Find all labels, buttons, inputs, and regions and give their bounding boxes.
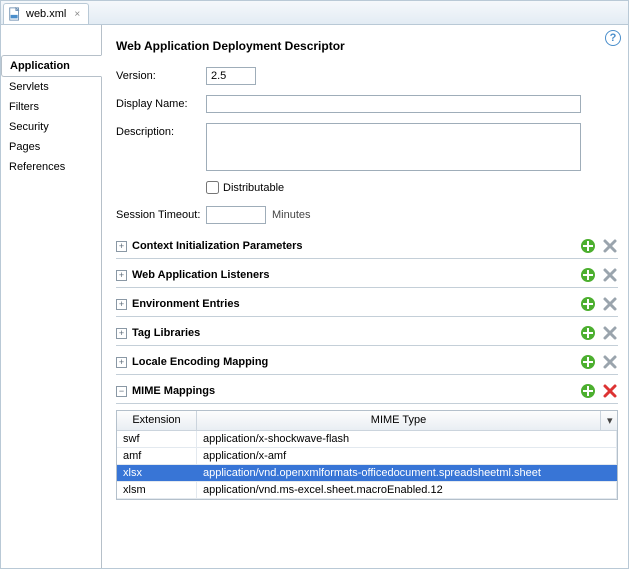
delete-button — [602, 238, 618, 254]
nav-tab-security[interactable]: Security — [1, 117, 101, 137]
add-button[interactable] — [580, 267, 596, 283]
nav-tab-pages[interactable]: Pages — [1, 137, 101, 157]
editor-tab-bar: web.xml × — [1, 1, 628, 25]
delete-button — [602, 325, 618, 341]
cell-extension: xlsm — [117, 482, 197, 498]
cell-mime-type: application/x-shockwave-flash — [197, 431, 617, 447]
add-button[interactable] — [580, 238, 596, 254]
side-nav: ApplicationServletsFiltersSecurityPagesR… — [1, 25, 101, 568]
add-button[interactable] — [580, 383, 596, 399]
dropdown-icon[interactable]: ▾ — [601, 411, 617, 430]
cell-extension: amf — [117, 448, 197, 464]
table-row[interactable]: xlsxapplication/vnd.openxmlformats-offic… — [117, 465, 617, 482]
add-button[interactable] — [580, 296, 596, 312]
table-row[interactable]: amfapplication/x-amf — [117, 448, 617, 465]
expander-icon[interactable]: − — [116, 386, 127, 397]
distributable-checkbox[interactable] — [206, 181, 219, 194]
editor-tab-label: web.xml — [26, 8, 66, 20]
nav-tab-references[interactable]: References — [1, 157, 101, 177]
session-timeout-input[interactable] — [206, 206, 266, 224]
version-label: Version: — [116, 67, 206, 82]
section-title: Locale Encoding Mapping — [132, 356, 580, 368]
editor-tab-webxml[interactable]: web.xml × — [3, 3, 89, 24]
delete-button — [602, 267, 618, 283]
display-name-input[interactable] — [206, 95, 581, 113]
column-header-mime-type[interactable]: MIME Type — [197, 411, 601, 430]
display-name-label: Display Name: — [116, 95, 206, 110]
cell-mime-type: application/x-amf — [197, 448, 617, 464]
mime-mappings-table: ExtensionMIME Type▾swfapplication/x-shoc… — [116, 410, 618, 500]
nav-tab-filters[interactable]: Filters — [1, 97, 101, 117]
distributable-label: Distributable — [223, 182, 284, 194]
expander-icon[interactable]: + — [116, 357, 127, 368]
section-title: Environment Entries — [132, 298, 580, 310]
add-button[interactable] — [580, 325, 596, 341]
nav-tab-servlets[interactable]: Servlets — [1, 77, 101, 97]
cell-extension: xlsx — [117, 465, 197, 481]
cell-mime-type: application/vnd.ms-excel.sheet.macroEnab… — [197, 482, 617, 498]
add-button[interactable] — [580, 354, 596, 370]
description-textarea[interactable] — [206, 123, 581, 171]
section-title: Tag Libraries — [132, 327, 580, 339]
description-label: Description: — [116, 123, 206, 138]
expander-icon[interactable]: + — [116, 270, 127, 281]
delete-button — [602, 354, 618, 370]
cell-extension: swf — [117, 431, 197, 447]
column-header-extension[interactable]: Extension — [117, 411, 197, 430]
main-panel: Web Application Deployment Descriptor Ve… — [101, 25, 628, 568]
cell-mime-type: application/vnd.openxmlformats-officedoc… — [197, 465, 617, 481]
version-input[interactable] — [206, 67, 256, 85]
session-timeout-unit: Minutes — [272, 206, 311, 221]
nav-tab-application[interactable]: Application — [1, 55, 102, 77]
expander-icon[interactable]: + — [116, 328, 127, 339]
section-title: MIME Mappings — [132, 385, 580, 397]
delete-button — [602, 296, 618, 312]
expander-icon[interactable]: + — [116, 241, 127, 252]
xml-file-icon — [8, 7, 22, 21]
session-timeout-label: Session Timeout: — [116, 206, 206, 221]
table-row[interactable]: swfapplication/x-shockwave-flash — [117, 431, 617, 448]
panel-title: Web Application Deployment Descriptor — [116, 39, 618, 53]
close-icon[interactable]: × — [74, 9, 80, 20]
delete-button[interactable] — [602, 383, 618, 399]
section-title: Context Initialization Parameters — [132, 240, 580, 252]
table-row[interactable]: xlsmapplication/vnd.ms-excel.sheet.macro… — [117, 482, 617, 499]
expander-icon[interactable]: + — [116, 299, 127, 310]
section-title: Web Application Listeners — [132, 269, 580, 281]
